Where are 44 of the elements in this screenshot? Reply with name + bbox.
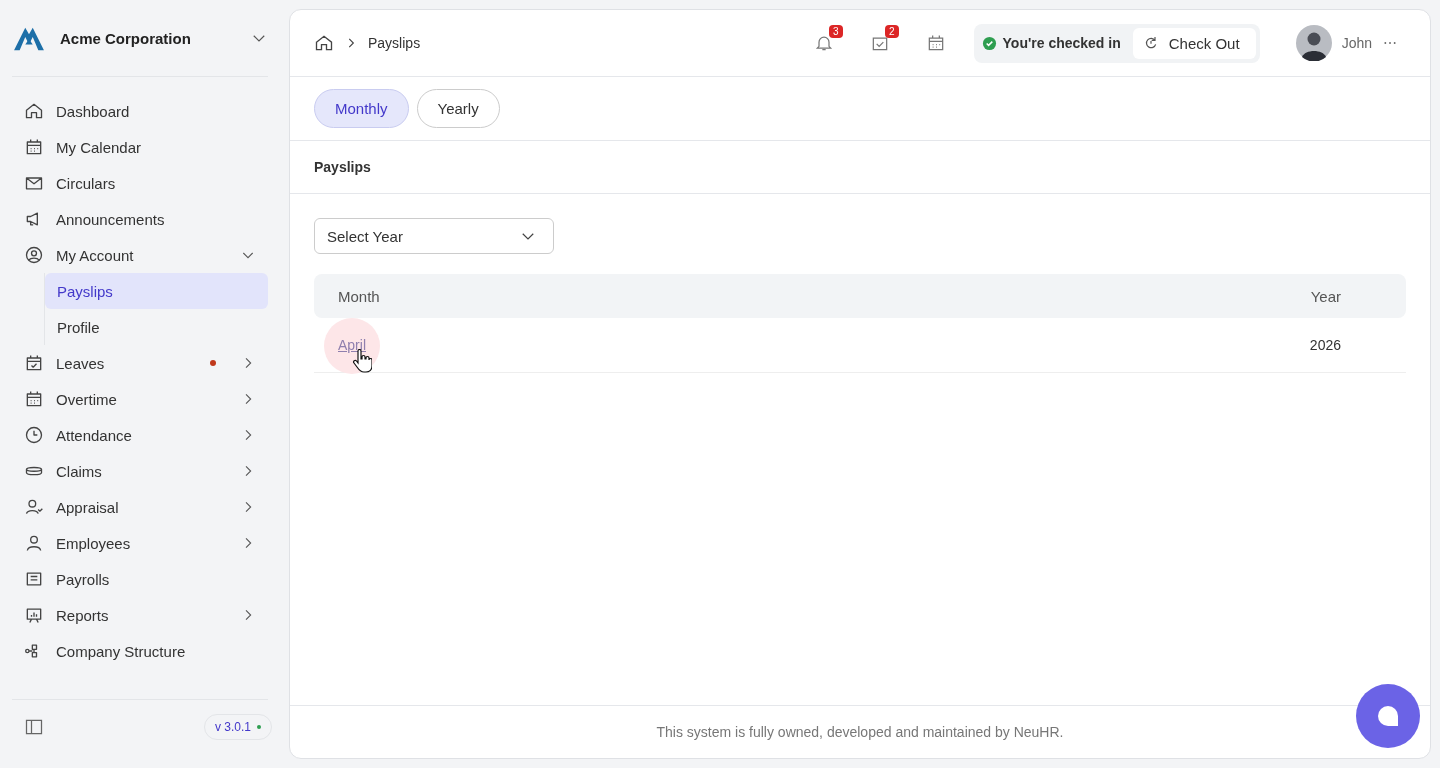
nav-item[interactable]: My Account (12, 237, 268, 273)
nav-icon (24, 497, 44, 517)
check-out-button[interactable]: Check Out (1132, 27, 1256, 59)
tab[interactable]: Yearly (416, 89, 500, 128)
nav-item[interactable]: Company Structure (12, 633, 268, 669)
nav-item[interactable]: Leaves (12, 345, 268, 381)
notification-count: 3 (828, 25, 843, 38)
notification-dot (210, 360, 216, 366)
tab[interactable]: Monthly (314, 89, 409, 128)
sidebar-toggle-icon[interactable] (24, 717, 44, 737)
nav-item[interactable]: Dashboard (12, 93, 268, 129)
column-header: Month (338, 287, 380, 305)
task-count: 2 (884, 25, 899, 38)
nav-icon (24, 533, 44, 553)
year-select[interactable]: Select Year (314, 218, 554, 254)
nav-icon (24, 245, 44, 265)
company-name: Acme Corporation (60, 29, 192, 47)
nav-item[interactable]: Payrolls (12, 561, 268, 597)
nav-subitem[interactable]: Payslips (45, 273, 268, 309)
user-avatar[interactable] (1295, 25, 1332, 61)
nav-subitem[interactable]: Profile (45, 309, 268, 345)
user-name[interactable]: John (1341, 35, 1372, 51)
nav-item[interactable]: Reports (12, 597, 268, 633)
nav-item[interactable]: Announcements (12, 201, 268, 237)
home-icon[interactable] (314, 33, 334, 53)
nav-item[interactable]: Employees (12, 525, 268, 561)
check-circle-icon (981, 35, 997, 51)
nav-item[interactable]: Overtime (12, 381, 268, 417)
nav-item[interactable]: Circulars (12, 165, 268, 201)
nav-item[interactable]: Appraisal (12, 489, 268, 525)
nav-icon (24, 101, 44, 121)
chat-bubble-icon (1376, 704, 1400, 728)
nav-icon (24, 425, 44, 445)
nav-icon (24, 389, 44, 409)
section-title: Payslips (290, 141, 1430, 194)
breadcrumb-item[interactable]: Payslips (368, 35, 421, 51)
nav-item[interactable]: My Calendar (12, 129, 268, 165)
column-header: Year (1310, 287, 1341, 305)
nav-item[interactable]: Attendance (12, 417, 268, 453)
nav-icon (24, 353, 44, 373)
table-cell: 2026 (1309, 337, 1341, 353)
nav-item[interactable]: Claims (12, 453, 268, 489)
check-in-status: You're checked in (1002, 35, 1121, 51)
nav-icon (24, 137, 44, 157)
